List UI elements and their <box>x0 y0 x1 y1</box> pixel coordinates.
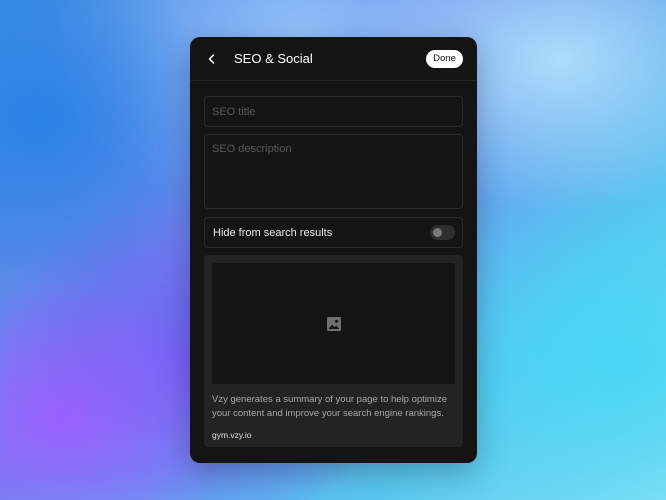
seo-description-input[interactable] <box>204 134 463 209</box>
preview-summary: Vzy generates a summary of your page to … <box>212 394 447 419</box>
preview-image-dropzone[interactable] <box>212 263 455 384</box>
seo-social-panel: SEO & Social Done Hide from search resul… <box>190 37 477 463</box>
seo-title-input[interactable] <box>204 96 463 127</box>
back-button[interactable] <box>202 49 222 69</box>
toggle-knob <box>433 228 442 237</box>
image-placeholder-icon <box>326 316 342 332</box>
hide-from-search-label: Hide from search results <box>213 227 333 239</box>
done-button[interactable]: Done <box>426 50 463 68</box>
preview-url: gym.vzy.io <box>212 430 252 440</box>
search-preview-card: Vzy generates a summary of your page to … <box>204 255 463 447</box>
panel-header: SEO & Social Done <box>190 37 477 81</box>
hide-from-search-toggle[interactable] <box>430 225 455 240</box>
chevron-left-icon <box>208 54 215 64</box>
panel-title: SEO & Social <box>234 51 313 66</box>
hide-from-search-row[interactable]: Hide from search results <box>204 217 463 248</box>
